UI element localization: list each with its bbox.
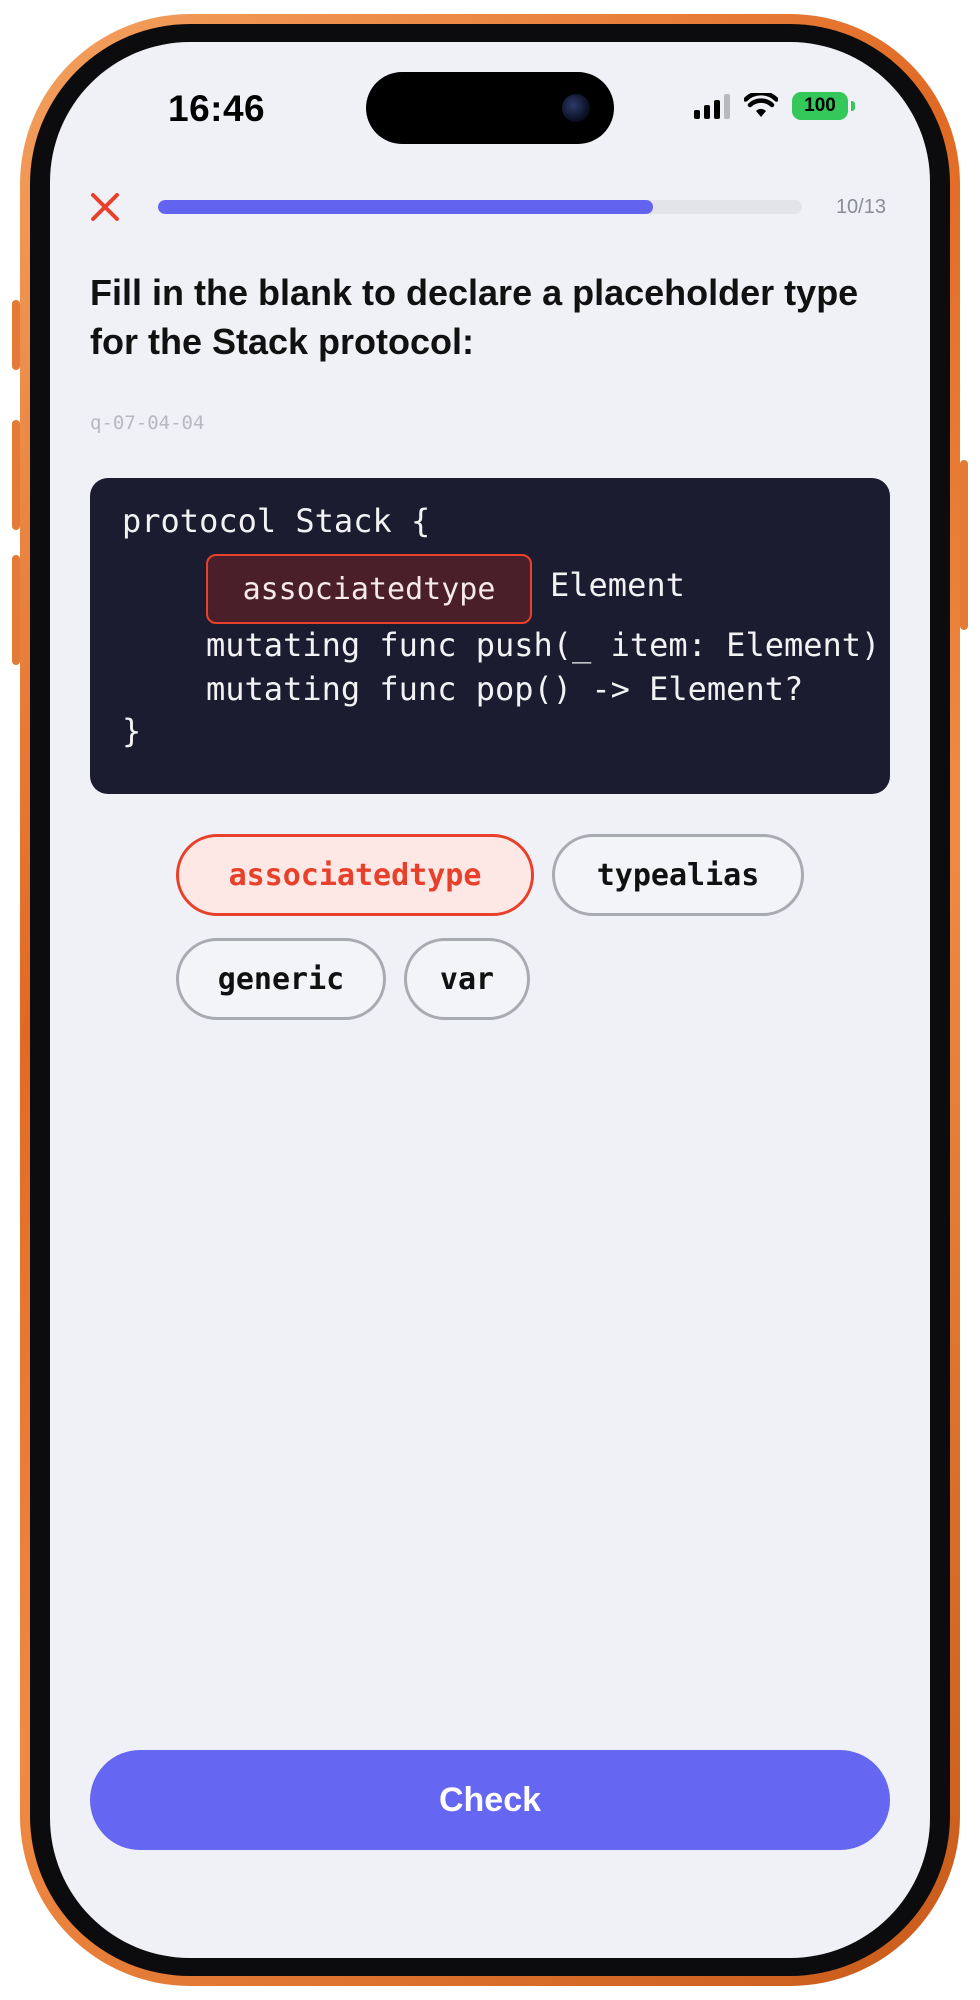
progress-fill (158, 200, 654, 214)
code-line: mutating func push(_ item: Element) (206, 626, 881, 664)
option-associatedtype[interactable]: associatedtype (176, 834, 534, 916)
progress-label: 10/13 (835, 196, 886, 218)
volume-down-button (12, 555, 20, 665)
power-button (960, 460, 968, 630)
wifi-icon (744, 93, 778, 117)
status-time: 16:46 (168, 88, 266, 129)
code-line: mutating func pop() -> Element? (206, 670, 804, 708)
battery-icon: 100 (792, 92, 855, 120)
option-var[interactable]: var (404, 938, 530, 1020)
camera-icon (562, 94, 590, 122)
option-typealias[interactable]: typealias (552, 834, 804, 916)
code-block: protocol Stack { associatedtype Element … (90, 478, 890, 794)
status-icons: 100 (694, 92, 855, 120)
close-icon[interactable] (88, 190, 122, 224)
code-line: Element (550, 566, 685, 604)
question-id: q-07-04-04 (90, 412, 205, 434)
code-line: } (122, 712, 142, 750)
blank-slot[interactable]: associatedtype (206, 554, 532, 624)
screen: 16:46 100 10/13 Fill in the blank to dec… (50, 42, 930, 1958)
dynamic-island (366, 72, 614, 144)
check-button[interactable]: Check (90, 1750, 890, 1850)
cellular-signal-icon (694, 93, 730, 119)
volume-up-button (12, 420, 20, 530)
code-line: protocol Stack { (122, 502, 431, 540)
question-prompt: Fill in the blank to declare a placehold… (90, 272, 859, 362)
battery-level: 100 (804, 95, 836, 116)
action-button (12, 300, 20, 370)
option-generic[interactable]: generic (176, 938, 386, 1020)
progress-bar (158, 200, 802, 214)
